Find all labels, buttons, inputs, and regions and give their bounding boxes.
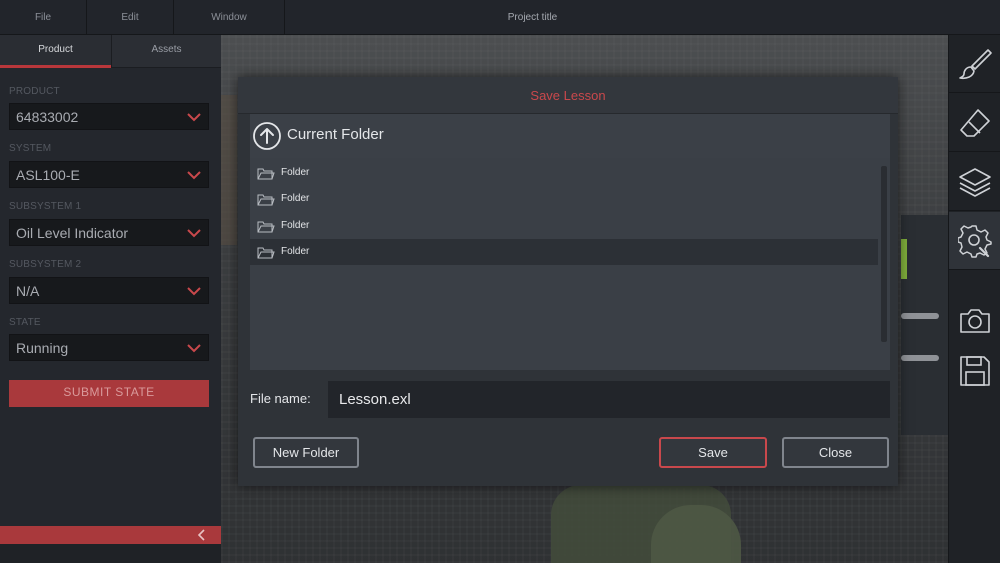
state-value: Running <box>16 340 69 356</box>
subsystem1-label: SUBSYSTEM 1 <box>9 201 82 212</box>
save-button[interactable]: Save <box>659 437 767 468</box>
settings-icon <box>958 225 992 258</box>
file-name-label: File name: <box>250 391 311 406</box>
product-value: 64833002 <box>16 109 79 125</box>
tab-assets[interactable]: Assets <box>111 35 221 68</box>
state-select[interactable]: Running <box>9 334 209 361</box>
dialog-title: Save Lesson <box>530 88 606 103</box>
current-folder-label: Current Folder <box>287 126 384 143</box>
save-lesson-dialog: Save Lesson Current Folder Folder Folder… <box>238 77 898 486</box>
chevron-down-icon <box>187 113 201 122</box>
save-tool-button[interactable] <box>949 348 1000 392</box>
eraser-tool-button[interactable] <box>949 94 1000 152</box>
right-toolbar <box>948 35 1000 563</box>
menu-bar: File Edit Window Project title <box>0 0 1000 35</box>
subsystem2-value: N/A <box>16 283 40 299</box>
list-item[interactable]: Folder <box>250 160 878 186</box>
panel-tabs: Product Assets <box>0 35 221 68</box>
background-slider <box>901 355 939 361</box>
dialog-header: Save Lesson <box>238 77 898 114</box>
settings-tool-button[interactable] <box>949 212 1000 270</box>
file-name-input[interactable] <box>328 381 890 418</box>
subsystem2-label: SUBSYSTEM 2 <box>9 259 82 270</box>
list-item-label: Folder <box>281 246 310 257</box>
menu-edit[interactable]: Edit <box>87 0 174 35</box>
folder-icon <box>257 247 275 259</box>
layers-tool-button[interactable] <box>949 153 1000 211</box>
product-select[interactable]: 64833002 <box>9 103 209 130</box>
collapse-panel-bar[interactable] <box>0 526 221 544</box>
chevron-left-icon <box>197 529 205 541</box>
panel-footer <box>0 544 221 563</box>
chevron-down-icon <box>187 171 201 180</box>
camera-tool-button[interactable] <box>949 298 1000 342</box>
subsystem2-select[interactable]: N/A <box>9 277 209 304</box>
list-item-label: Folder <box>281 220 310 231</box>
list-scrollbar[interactable] <box>878 166 890 342</box>
background-slider <box>901 313 939 319</box>
list-item[interactable]: Folder <box>250 186 878 212</box>
folder-navigation: Current Folder <box>250 114 890 158</box>
system-label: SYSTEM <box>9 143 52 154</box>
new-folder-button[interactable]: New Folder <box>253 437 359 468</box>
list-item-label: Folder <box>281 193 310 204</box>
project-title: Project title <box>507 12 558 23</box>
background-indicator <box>901 239 907 279</box>
folder-icon <box>257 168 275 180</box>
brush-tool-button[interactable] <box>949 35 1000 93</box>
background-side-panel <box>901 215 948 435</box>
product-label: PRODUCT <box>9 86 60 97</box>
layers-icon <box>959 168 991 197</box>
menu-window[interactable]: Window <box>174 0 285 35</box>
tab-product[interactable]: Product <box>0 35 111 68</box>
list-item[interactable]: Folder <box>250 213 878 239</box>
subsystem1-select[interactable]: Oil Level Indicator <box>9 219 209 246</box>
arrow-up-icon[interactable] <box>252 121 282 151</box>
subsystem1-value: Oil Level Indicator <box>16 225 129 241</box>
camera-icon <box>960 309 990 333</box>
folder-list: Folder Folder Folder Folder <box>250 158 890 370</box>
folder-icon <box>257 221 275 233</box>
chevron-down-icon <box>187 229 201 238</box>
state-label: STATE <box>9 317 41 328</box>
close-button[interactable]: Close <box>782 437 889 468</box>
chevron-down-icon <box>187 287 201 296</box>
menu-file[interactable]: File <box>0 0 87 35</box>
save-disk-icon <box>960 356 990 386</box>
system-select[interactable]: ASL100-E <box>9 161 209 188</box>
chevron-down-icon <box>187 344 201 353</box>
app-window: File Edit Window Project title Product A… <box>0 0 1000 563</box>
submit-state-button[interactable]: SUBMIT STATE <box>9 380 209 407</box>
left-panel: Product Assets PRODUCT 64833002 SYSTEM A… <box>0 35 221 563</box>
brush-icon <box>959 49 992 80</box>
eraser-icon <box>960 109 990 137</box>
list-item-label: Folder <box>281 167 310 178</box>
folder-icon <box>257 194 275 206</box>
list-item-selected[interactable]: Folder <box>250 239 878 265</box>
system-value: ASL100-E <box>16 167 80 183</box>
scrollbar-thumb[interactable] <box>881 166 887 342</box>
